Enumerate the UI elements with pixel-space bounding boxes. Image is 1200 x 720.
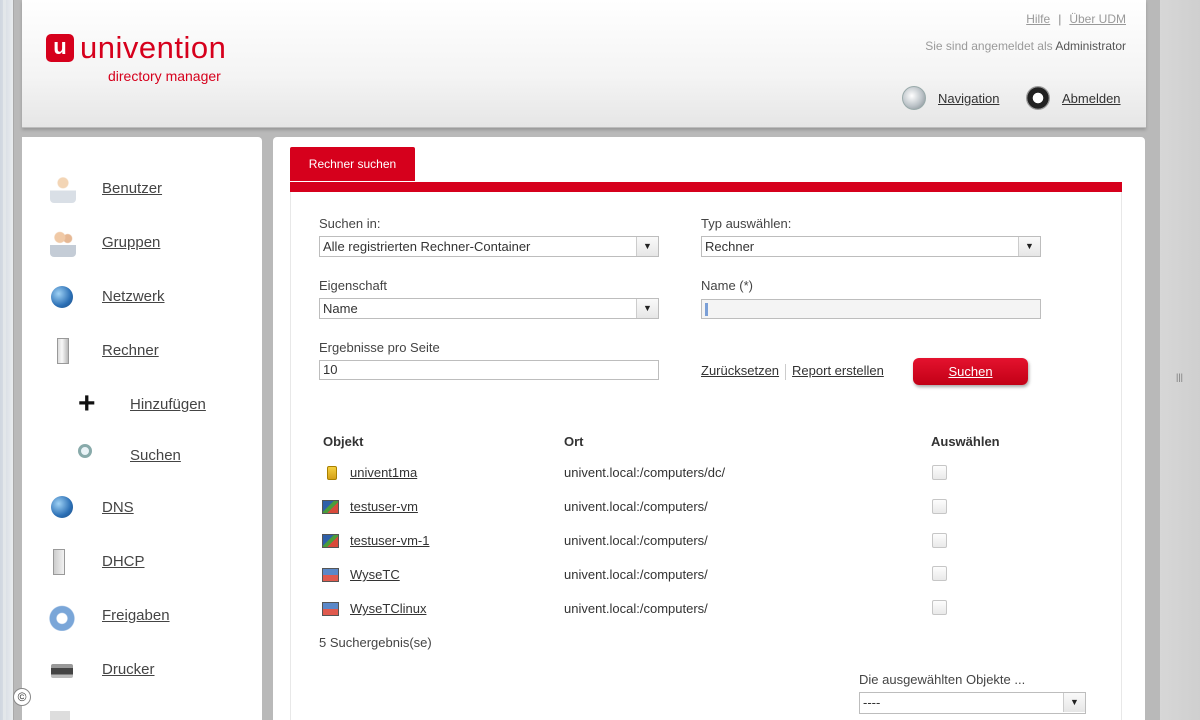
plus-icon: + xyxy=(78,387,96,420)
form-actions: Zurücksetzen Report erstellen xyxy=(701,363,884,380)
text-cursor xyxy=(705,303,708,316)
column-header-location: Ort xyxy=(564,434,584,449)
sidebar-item-label: Freigaben xyxy=(102,607,170,624)
share-icon xyxy=(49,603,75,631)
select-checkbox[interactable] xyxy=(932,566,947,581)
chevron-down-icon: ▼ xyxy=(1063,693,1085,712)
window-frame-left xyxy=(0,0,14,720)
sidebar-item-label: Rechner xyxy=(102,342,159,359)
login-username: Administrator xyxy=(1055,39,1126,53)
location-cell: univent.local:/computers/ xyxy=(564,567,708,582)
user-icon xyxy=(50,175,76,203)
type-value: Rechner xyxy=(705,239,755,254)
column-header-object: Objekt xyxy=(323,434,364,449)
results-per-page-input[interactable]: 10 xyxy=(319,360,659,380)
selected-objects-value: ---- xyxy=(863,695,881,710)
search-button[interactable]: Suchen xyxy=(913,358,1028,385)
create-report-link[interactable]: Report erstellen xyxy=(792,363,884,378)
window-scrollbar[interactable] xyxy=(1160,0,1200,720)
logout-link[interactable]: Abmelden xyxy=(1062,91,1121,106)
more-module-icon xyxy=(50,711,70,720)
property-value: Name xyxy=(323,301,358,316)
object-link[interactable]: WyseTC xyxy=(350,567,400,582)
sidebar-item-label: Hinzufügen xyxy=(130,396,206,413)
search-in-label: Suchen in: xyxy=(319,216,381,231)
help-link[interactable]: Hilfe xyxy=(1026,12,1050,26)
dns-icon xyxy=(51,496,73,518)
select-checkbox[interactable] xyxy=(932,533,947,548)
search-form-panel: Suchen in: Alle registrierten Rechner-Co… xyxy=(290,192,1122,720)
property-label: Eigenschaft xyxy=(319,278,387,293)
sidebar-item-label: DNS xyxy=(102,499,134,516)
object-link[interactable]: testuser-vm-1 xyxy=(350,533,429,548)
scroll-handle-icon[interactable]: ||| xyxy=(1176,372,1183,382)
sidebar-item-label: Benutzer xyxy=(102,180,163,197)
tab-rechner-suchen[interactable]: Rechner suchen xyxy=(290,147,415,181)
object-link[interactable]: univent1ma xyxy=(350,465,417,480)
navigation-icon xyxy=(902,86,926,110)
top-links: Hilfe | Über UDM xyxy=(1026,12,1126,26)
power-icon xyxy=(1026,86,1050,110)
search-in-value: Alle registrierten Rechner-Container xyxy=(323,239,531,254)
dhcp-icon xyxy=(53,549,65,575)
logo-mark-icon: u xyxy=(46,34,74,62)
sidebar-item-label: Netzwerk xyxy=(102,288,165,305)
about-udm-link[interactable]: Über UDM xyxy=(1069,12,1126,26)
app-header: u univention directory manager Hilfe | Übe… xyxy=(22,0,1146,128)
sidebar-item-label: DHCP xyxy=(102,553,145,570)
search-icon xyxy=(78,444,92,458)
logo-text: univention xyxy=(80,30,227,65)
location-cell: univent.local:/computers/ xyxy=(564,533,708,548)
thin-client-icon xyxy=(322,568,339,582)
group-icon xyxy=(50,229,76,257)
location-cell: univent.local:/computers/dc/ xyxy=(564,465,726,480)
chevron-down-icon: ▼ xyxy=(636,237,658,256)
copyright-mark: © xyxy=(13,688,31,706)
chevron-down-icon: ▼ xyxy=(1018,237,1040,256)
object-link[interactable]: WyseTClinux xyxy=(350,601,426,616)
main-panel: Rechner suchen Suchen in: Alle registrie… xyxy=(273,137,1145,720)
selected-objects-label: Die ausgewählten Objekte ... xyxy=(859,672,1026,687)
type-select[interactable]: Rechner ▼ xyxy=(701,236,1041,257)
navigation-action[interactable]: Navigation xyxy=(902,86,999,110)
printer-icon xyxy=(51,664,73,678)
sidebar-item-label: Suchen xyxy=(130,447,181,464)
login-status-prefix: Sie sind angemeldet als xyxy=(925,39,1053,53)
computer-icon xyxy=(57,338,69,364)
property-select[interactable]: Name ▼ xyxy=(319,298,659,319)
logout-action[interactable]: Abmelden xyxy=(1026,86,1121,110)
windows-pc-icon xyxy=(322,534,339,548)
results-per-page-label: Ergebnisse pro Seite xyxy=(319,340,440,355)
sidebar: Benutzer Gruppen Netzwerk Rechner + Hinz… xyxy=(22,137,262,720)
type-label: Typ auswählen: xyxy=(701,216,792,231)
select-checkbox[interactable] xyxy=(932,499,947,514)
tab-underline xyxy=(290,182,1122,192)
select-checkbox[interactable] xyxy=(932,600,947,615)
sidebar-item-label: Gruppen xyxy=(102,234,161,251)
sidebar-item-label: Drucker xyxy=(102,661,155,678)
name-input[interactable] xyxy=(701,299,1041,319)
location-cell: univent.local:/computers/ xyxy=(564,601,708,616)
login-status: Sie sind angemeldet als Administrator xyxy=(925,39,1126,53)
location-cell: univent.local:/computers/ xyxy=(564,499,708,514)
logo-subtitle: directory manager xyxy=(108,68,221,84)
network-icon xyxy=(51,286,73,308)
name-label: Name (*) xyxy=(701,278,754,293)
server-icon xyxy=(327,466,337,480)
thin-client-icon xyxy=(322,602,339,616)
chevron-down-icon: ▼ xyxy=(636,299,658,318)
column-header-select: Auswählen xyxy=(931,434,1000,449)
link-divider: | xyxy=(1058,12,1062,26)
reset-link[interactable]: Zurücksetzen xyxy=(701,363,779,378)
search-in-select[interactable]: Alle registrierten Rechner-Container ▼ xyxy=(319,236,659,257)
selected-objects-select[interactable]: ---- ▼ xyxy=(859,692,1086,714)
select-checkbox[interactable] xyxy=(932,465,947,480)
action-divider xyxy=(785,363,787,380)
result-count: 5 Suchergebnis(se) xyxy=(319,635,432,650)
object-link[interactable]: testuser-vm xyxy=(350,499,418,514)
navigation-link[interactable]: Navigation xyxy=(938,91,999,106)
windows-pc-icon xyxy=(322,500,339,514)
